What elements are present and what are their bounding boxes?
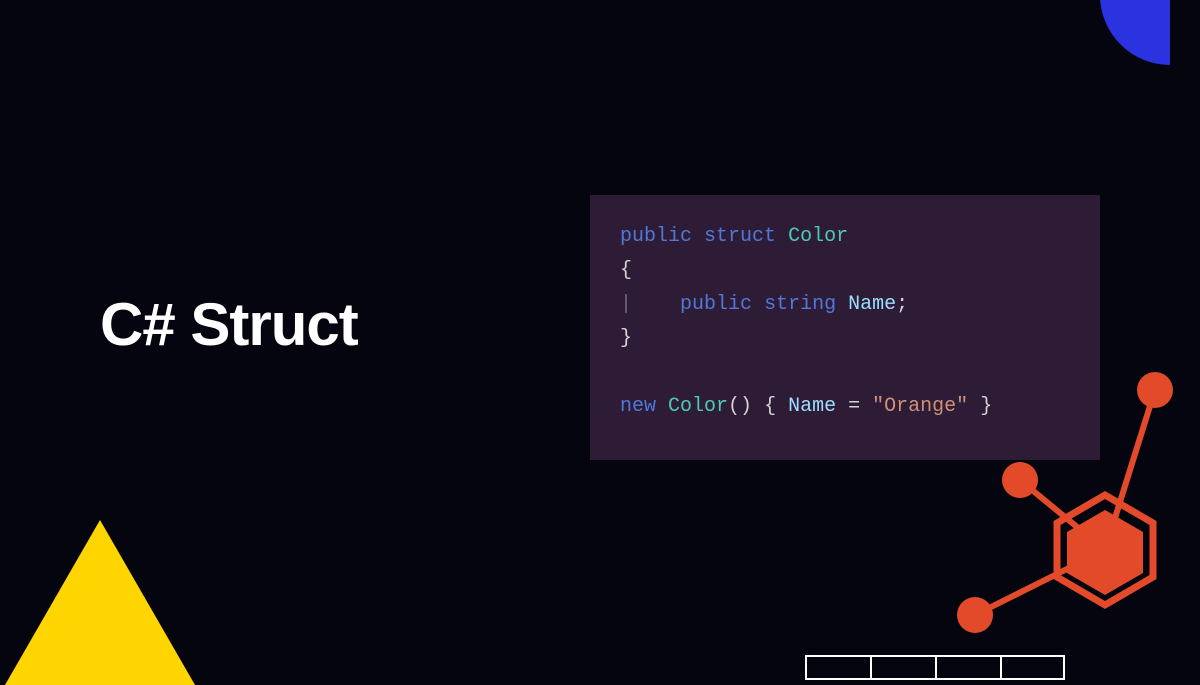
keyword: public (620, 225, 692, 248)
cursor-indicator: | (620, 293, 632, 316)
brace: { (764, 395, 776, 418)
keyword: struct (704, 225, 776, 248)
type-name: Color (788, 225, 848, 248)
keyword: new (620, 395, 656, 418)
type-name: Color (668, 395, 728, 418)
keyword: string (764, 293, 836, 316)
yellow-triangle-decoration (5, 520, 195, 685)
keyword: public (680, 293, 752, 316)
grid-decoration (805, 655, 1065, 680)
brace: } (620, 327, 632, 350)
operator: = (848, 395, 860, 418)
field-name: Name (788, 395, 836, 418)
blue-quarter-decoration (1030, 0, 1170, 135)
brace: { (620, 259, 632, 282)
slide-title: C# Struct (100, 290, 358, 359)
molecule-decoration (870, 335, 1190, 655)
semicolon: ; (896, 293, 908, 316)
field-name: Name (848, 293, 896, 316)
parens: () (728, 395, 752, 418)
